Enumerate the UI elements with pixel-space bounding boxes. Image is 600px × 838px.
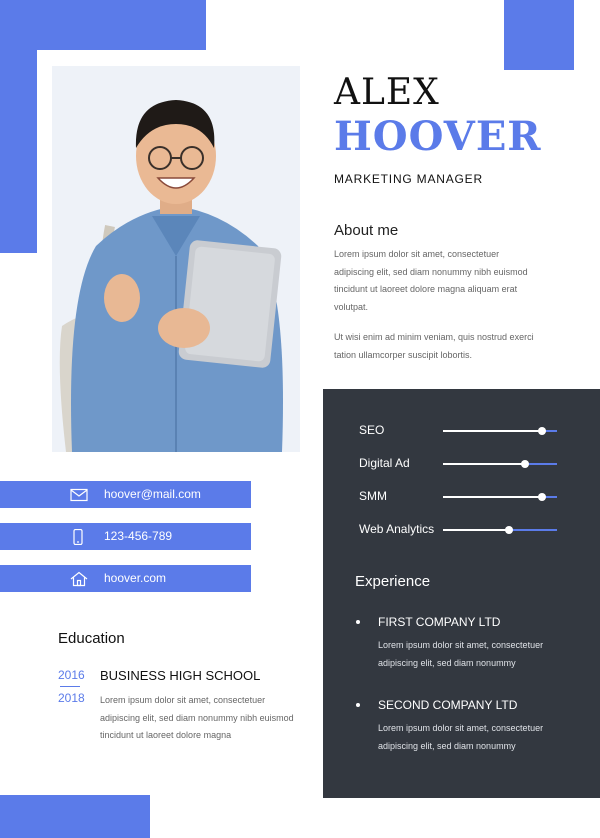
skill-bar-knob — [538, 493, 547, 501]
contact-email-bar: hoover@mail.com — [0, 481, 251, 508]
about-heading: About me — [334, 222, 399, 239]
skill-bar-digital-ad — [443, 460, 557, 468]
envelope-icon — [70, 487, 88, 503]
skill-bar-fill — [443, 430, 543, 432]
skills-experience-panel: SEO Digital Ad SMM Web Analytics Experie… — [323, 389, 600, 798]
education-school: BUSINESS HIGH SCHOOL — [100, 668, 261, 683]
experience-company-2: SECOND COMPANY LTD — [378, 698, 518, 712]
skill-bar-fill — [443, 463, 526, 465]
decor-block-bottom — [0, 795, 150, 838]
education-description: Lorem ipsum dolor sit amet, consectetuer… — [100, 695, 294, 740]
skill-bar-smm — [443, 493, 557, 501]
experience-bullet — [356, 620, 360, 624]
skill-bar-knob — [505, 526, 514, 534]
education-heading: Education — [58, 630, 125, 647]
skill-bar-seo — [443, 427, 557, 435]
profile-photo — [52, 66, 300, 452]
about-paragraph-2: Ut wisi enim ad minim veniam, quis nostr… — [334, 332, 534, 360]
first-name: ALEX — [334, 72, 440, 113]
home-icon — [70, 571, 88, 587]
phone-icon — [70, 528, 86, 546]
last-name: HOOVER — [334, 113, 542, 160]
experience-bullet — [356, 703, 360, 707]
website-link[interactable]: hoover.com — [104, 571, 166, 585]
experience-description-1: Lorem ipsum dolor sit amet, consectetuer… — [378, 640, 544, 668]
skill-bar-knob — [521, 460, 530, 468]
skill-label-smm: SMM — [359, 489, 387, 503]
job-title: MARKETING MANAGER — [334, 172, 483, 186]
education-year-end: 2018 — [58, 691, 85, 705]
about-paragraph-1: Lorem ipsum dolor sit amet, consectetuer… — [334, 249, 528, 312]
skill-bar-fill — [443, 496, 543, 498]
education-year-start: 2016 — [58, 668, 85, 682]
contact-website-bar: hoover.com — [0, 565, 251, 592]
skill-bar-web-analytics — [443, 526, 557, 534]
decor-block-top-left — [0, 0, 206, 50]
contact-phone-bar: 123-456-789 — [0, 523, 251, 550]
skill-label-digital-ad: Digital Ad — [359, 456, 410, 470]
decor-block-top-right — [504, 0, 574, 70]
skill-bar-knob — [538, 427, 547, 435]
experience-heading: Experience — [355, 573, 431, 590]
skill-label-web-analytics: Web Analytics — [359, 522, 435, 536]
skill-bar-fill — [443, 529, 510, 531]
education-year-divider — [60, 686, 80, 687]
decor-block-left — [0, 50, 37, 253]
skill-label-seo: SEO — [359, 423, 385, 437]
experience-description-2: Lorem ipsum dolor sit amet, consectetuer… — [378, 723, 544, 751]
email-link[interactable]: hoover@mail.com — [104, 487, 201, 501]
experience-company-1: FIRST COMPANY LTD — [378, 615, 501, 629]
phone-link[interactable]: 123-456-789 — [104, 529, 172, 543]
